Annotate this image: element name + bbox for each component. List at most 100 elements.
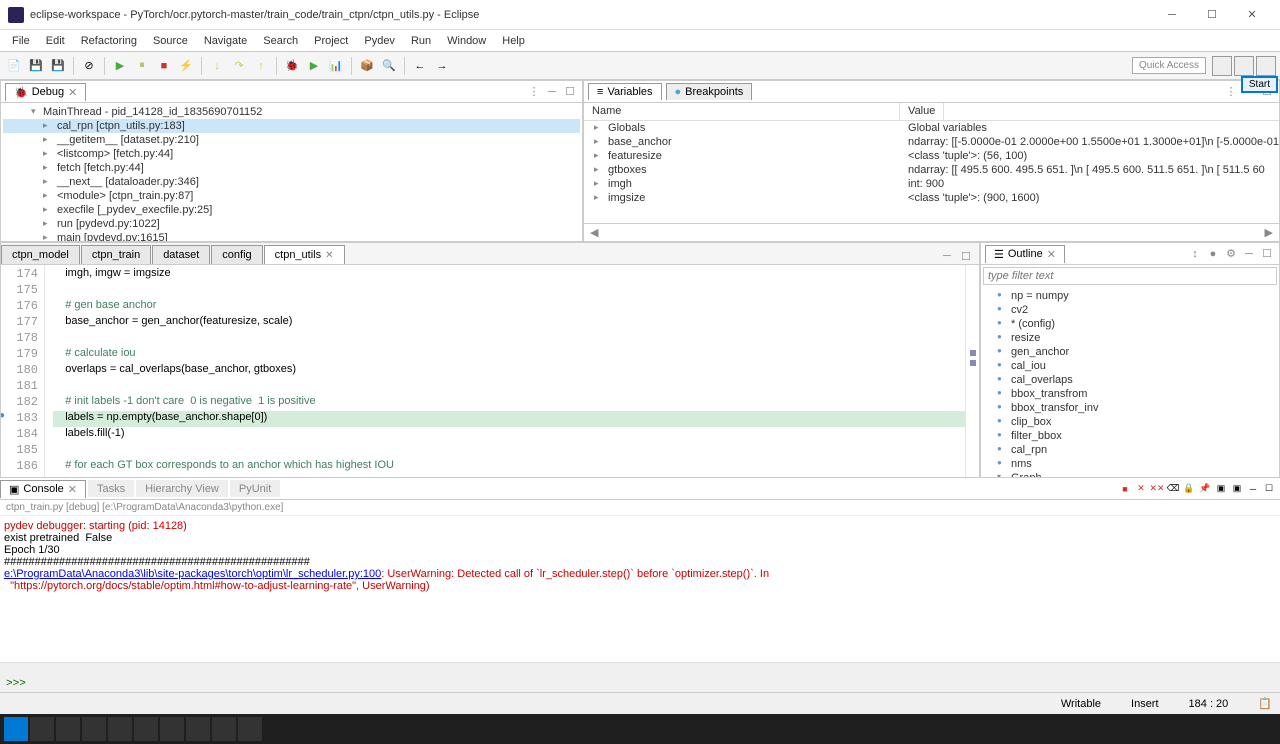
editor-tab-active[interactable]: ctpn_utils✕ [264, 245, 345, 264]
editor-tab[interactable]: config [211, 245, 262, 264]
menu-file[interactable]: File [4, 33, 38, 49]
back-button[interactable]: ← [410, 56, 430, 76]
stack-frame[interactable]: __getitem__ [dataset.py:210] [3, 133, 580, 147]
variables-list[interactable]: GlobalsGlobal variables base_anchorndarr… [584, 121, 1279, 223]
taskbar-app[interactable] [82, 717, 106, 741]
start-menu-button[interactable] [4, 717, 28, 741]
overview-ruler[interactable] [965, 265, 979, 477]
stack-frame[interactable]: execfile [_pydev_execfile.py:25] [3, 203, 580, 217]
search-button[interactable]: 🔍 [379, 56, 399, 76]
outline-item[interactable]: filter_bbox [983, 429, 1277, 443]
name-column[interactable]: Name [584, 103, 900, 120]
filter-button[interactable]: ⚙ [1223, 246, 1239, 262]
save-button[interactable]: 💾 [26, 56, 46, 76]
menu-refactoring[interactable]: Refactoring [73, 33, 145, 49]
close-button[interactable]: ✕ [1232, 1, 1272, 29]
taskbar-app[interactable] [238, 717, 262, 741]
pin-console-button[interactable]: 📌 [1198, 482, 1212, 496]
code-editor[interactable]: imgh, imgw = imgsize # gen base anchor b… [45, 265, 965, 477]
variables-tab[interactable]: ≡ Variables [588, 83, 661, 100]
menu-run[interactable]: Run [403, 33, 439, 49]
status-icon[interactable]: 📋 [1258, 697, 1272, 710]
outline-item-graph[interactable]: Graph [983, 471, 1277, 477]
taskbar-app[interactable] [160, 717, 184, 741]
minimize-pane[interactable]: ─ [1241, 246, 1257, 262]
forward-button[interactable]: → [432, 56, 452, 76]
hide-fields-button[interactable]: ● [1205, 246, 1221, 262]
outline-item[interactable]: cv2 [983, 303, 1277, 317]
debug-button[interactable]: 🐞 [282, 56, 302, 76]
debug-view-menu[interactable]: ⋮ [526, 84, 542, 100]
clear-console-button[interactable]: ⌫ [1166, 482, 1180, 496]
editor-tab[interactable]: ctpn_train [81, 245, 151, 264]
pyunit-tab[interactable]: PyUnit [230, 480, 280, 497]
console-tab[interactable]: ▣ Console ✕ [0, 480, 86, 498]
close-icon[interactable]: ✕ [68, 86, 77, 99]
debug-tab[interactable]: 🐞 Debug ✕ [5, 83, 86, 101]
horizontal-scrollbar[interactable] [0, 662, 1280, 676]
windows-taskbar[interactable] [0, 714, 1280, 744]
editor-tab[interactable]: dataset [152, 245, 210, 264]
new-button[interactable]: 📄 [4, 56, 24, 76]
outline-item[interactable]: cal_overlaps [983, 373, 1277, 387]
disconnect-button[interactable]: ⚡ [176, 56, 196, 76]
perspective-menu[interactable] [1256, 56, 1276, 76]
outline-item[interactable]: bbox_transfrom [983, 387, 1277, 401]
step-return-button[interactable]: ↑ [251, 56, 271, 76]
menu-source[interactable]: Source [145, 33, 196, 49]
minimize-pane[interactable]: ─ [544, 84, 560, 100]
maximize-editor[interactable]: ☐ [961, 250, 975, 264]
stack-frame[interactable]: run [pydevd.py:1022] [3, 217, 580, 231]
save-all-button[interactable]: 💾 [48, 56, 68, 76]
task-view-button[interactable] [56, 717, 80, 741]
menu-project[interactable]: Project [306, 33, 356, 49]
maximize-button[interactable]: ☐ [1192, 1, 1232, 29]
stack-frame[interactable]: cal_rpn [ctpn_utils.py:183] [3, 119, 580, 133]
sort-button[interactable]: ↕ [1187, 246, 1203, 262]
terminate-button[interactable]: ■ [154, 56, 174, 76]
close-icon[interactable]: ✕ [1047, 248, 1056, 261]
menu-edit[interactable]: Edit [38, 33, 73, 49]
remove-all-button[interactable]: ✕✕ [1150, 482, 1164, 496]
outline-filter-input[interactable] [983, 267, 1277, 285]
menu-navigate[interactable]: Navigate [196, 33, 255, 49]
outline-item[interactable]: * (config) [983, 317, 1277, 331]
outline-item[interactable]: resize [983, 331, 1277, 345]
editor-tab[interactable]: ctpn_model [1, 245, 80, 264]
outline-item[interactable]: cal_iou [983, 359, 1277, 373]
thread-node[interactable]: MainThread - pid_14128_id_1835690701152 [3, 105, 580, 119]
terminate-console-button[interactable]: ■ [1118, 482, 1132, 496]
hierarchy-tab[interactable]: Hierarchy View [136, 480, 228, 497]
coverage-button[interactable]: 📊 [326, 56, 346, 76]
stack-frame[interactable]: __next__ [dataloader.py:346] [3, 175, 580, 189]
console-prompt[interactable]: >>> [0, 676, 1280, 692]
outline-item[interactable]: gen_anchor [983, 345, 1277, 359]
start-button[interactable]: Start [1241, 76, 1278, 93]
left-arrow-icon[interactable]: ◀ [584, 226, 604, 239]
debug-perspective[interactable] [1234, 56, 1254, 76]
maximize-pane[interactable]: ☐ [1259, 246, 1275, 262]
minimize-pane[interactable]: ─ [1246, 482, 1260, 496]
quick-access-input[interactable]: Quick Access [1132, 57, 1206, 74]
outline-tree[interactable]: np = numpy cv2 * (config) resize gen_anc… [981, 287, 1279, 477]
vars-view-menu[interactable]: ⋮ [1223, 84, 1239, 100]
tasks-tab[interactable]: Tasks [88, 480, 134, 497]
open-console-button[interactable]: ▣ [1230, 482, 1244, 496]
right-arrow-icon[interactable]: ▶ [1259, 226, 1279, 239]
remove-launch-button[interactable]: ✕ [1134, 482, 1148, 496]
taskbar-app[interactable] [134, 717, 158, 741]
minimize-editor[interactable]: ─ [943, 250, 957, 264]
stack-frame[interactable]: <listcomp> [fetch.py:44] [3, 147, 580, 161]
close-icon[interactable]: ✕ [68, 483, 77, 496]
outline-tab[interactable]: ☰ Outline ✕ [985, 245, 1065, 263]
stack-frame[interactable]: main [pydevd.py:1615] [3, 231, 580, 241]
menu-pydev[interactable]: Pydev [356, 33, 403, 49]
maximize-pane[interactable]: ☐ [1262, 482, 1276, 496]
line-gutter[interactable]: 174 175 176 177 178 179 180 181 182 183 … [1, 265, 45, 477]
console-output[interactable]: pydev debugger: starting (pid: 14128) ex… [0, 516, 1280, 662]
close-icon[interactable]: ✕ [325, 250, 333, 261]
outline-item[interactable]: clip_box [983, 415, 1277, 429]
outline-item[interactable]: np = numpy [983, 289, 1277, 303]
skip-breakpoints-button[interactable]: ⊘ [79, 56, 99, 76]
outline-item[interactable]: cal_rpn [983, 443, 1277, 457]
